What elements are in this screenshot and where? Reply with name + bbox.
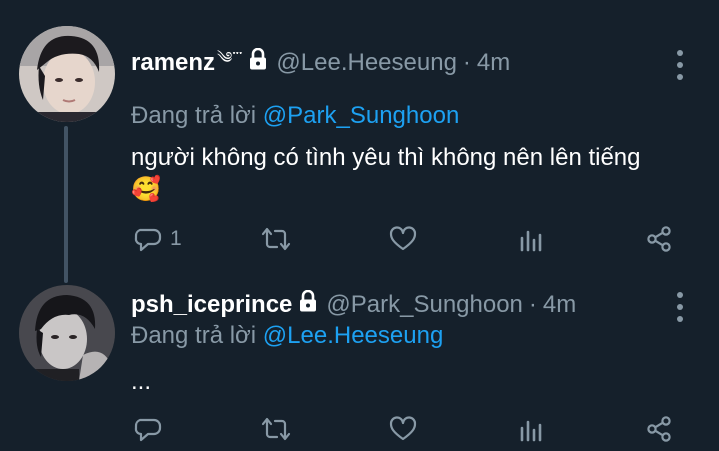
tweet-ramenz[interactable]: ramenz ༄་་་ @Lee.Heeseung · 4m Đang trả … xyxy=(0,0,719,280)
tweet-text-content: ... xyxy=(131,368,152,395)
lock-icon xyxy=(298,289,318,319)
tweet-actions xyxy=(0,414,719,444)
like-button[interactable] xyxy=(389,414,417,444)
tweet-header: ramenz ༄་་་ @Lee.Heeseung · 4m xyxy=(131,40,510,85)
share-icon xyxy=(647,416,671,442)
tweet-text: ... xyxy=(131,366,701,398)
lock-icon xyxy=(248,47,268,77)
share-button[interactable] xyxy=(645,224,673,254)
heart-icon xyxy=(389,226,417,251)
replying-to: Đang trả lời @Park_Sunghoon xyxy=(131,102,459,130)
timestamp[interactable]: 4m xyxy=(543,291,576,319)
mention-link[interactable]: @Lee.Heeseung xyxy=(263,322,444,349)
reply-icon xyxy=(134,228,162,252)
analytics-icon xyxy=(520,420,542,442)
retweet-icon xyxy=(261,417,291,441)
share-icon xyxy=(647,226,671,252)
tweet-text: người không có tình yêu thì không nên lê… xyxy=(131,142,701,206)
display-name[interactable]: psh_iceprince xyxy=(131,291,292,319)
reply-button[interactable] xyxy=(134,414,162,444)
handle[interactable]: @Park_Sunghoon xyxy=(326,291,523,319)
tweet-text-content: người không có tình yêu thì không nên lê… xyxy=(131,144,641,171)
separator: · xyxy=(528,290,537,318)
display-name[interactable]: ramenz xyxy=(131,49,215,77)
separator: · xyxy=(462,48,471,76)
reply-icon xyxy=(134,418,162,442)
replying-to: Đang trả lời @Lee.Heeseung xyxy=(131,322,443,350)
analytics-button[interactable] xyxy=(519,414,545,444)
retweet-button[interactable] xyxy=(259,224,293,254)
avatar[interactable] xyxy=(19,285,115,381)
handle[interactable]: @Lee.Heeseung xyxy=(276,49,457,77)
analytics-button[interactable] xyxy=(519,224,545,254)
emoji: 🥰 xyxy=(131,176,161,203)
more-vertical-icon[interactable] xyxy=(674,50,686,80)
tweet-psh-iceprince[interactable]: psh_iceprince @Park_Sunghoon · 4m Đang t… xyxy=(0,280,719,451)
heart-icon xyxy=(389,416,417,441)
mention-link[interactable]: @Park_Sunghoon xyxy=(263,102,460,129)
reply-count: 1 xyxy=(170,227,182,250)
tweet-actions: 1 xyxy=(0,224,719,254)
like-button[interactable] xyxy=(389,224,417,254)
more-vertical-icon[interactable] xyxy=(674,292,686,322)
share-button[interactable] xyxy=(645,414,673,444)
retweet-button[interactable] xyxy=(259,414,293,444)
analytics-icon xyxy=(520,230,542,252)
tweet-header: psh_iceprince @Park_Sunghoon · 4m xyxy=(131,289,576,319)
reply-button[interactable]: 1 xyxy=(134,224,182,254)
avatar[interactable] xyxy=(19,26,115,122)
reply-prefix: Đang trả lời xyxy=(131,102,257,129)
timestamp[interactable]: 4m xyxy=(477,49,510,77)
reply-prefix: Đang trả lời xyxy=(131,322,257,349)
name-decoration: ༄་་་ xyxy=(217,50,243,67)
retweet-icon xyxy=(261,227,291,251)
